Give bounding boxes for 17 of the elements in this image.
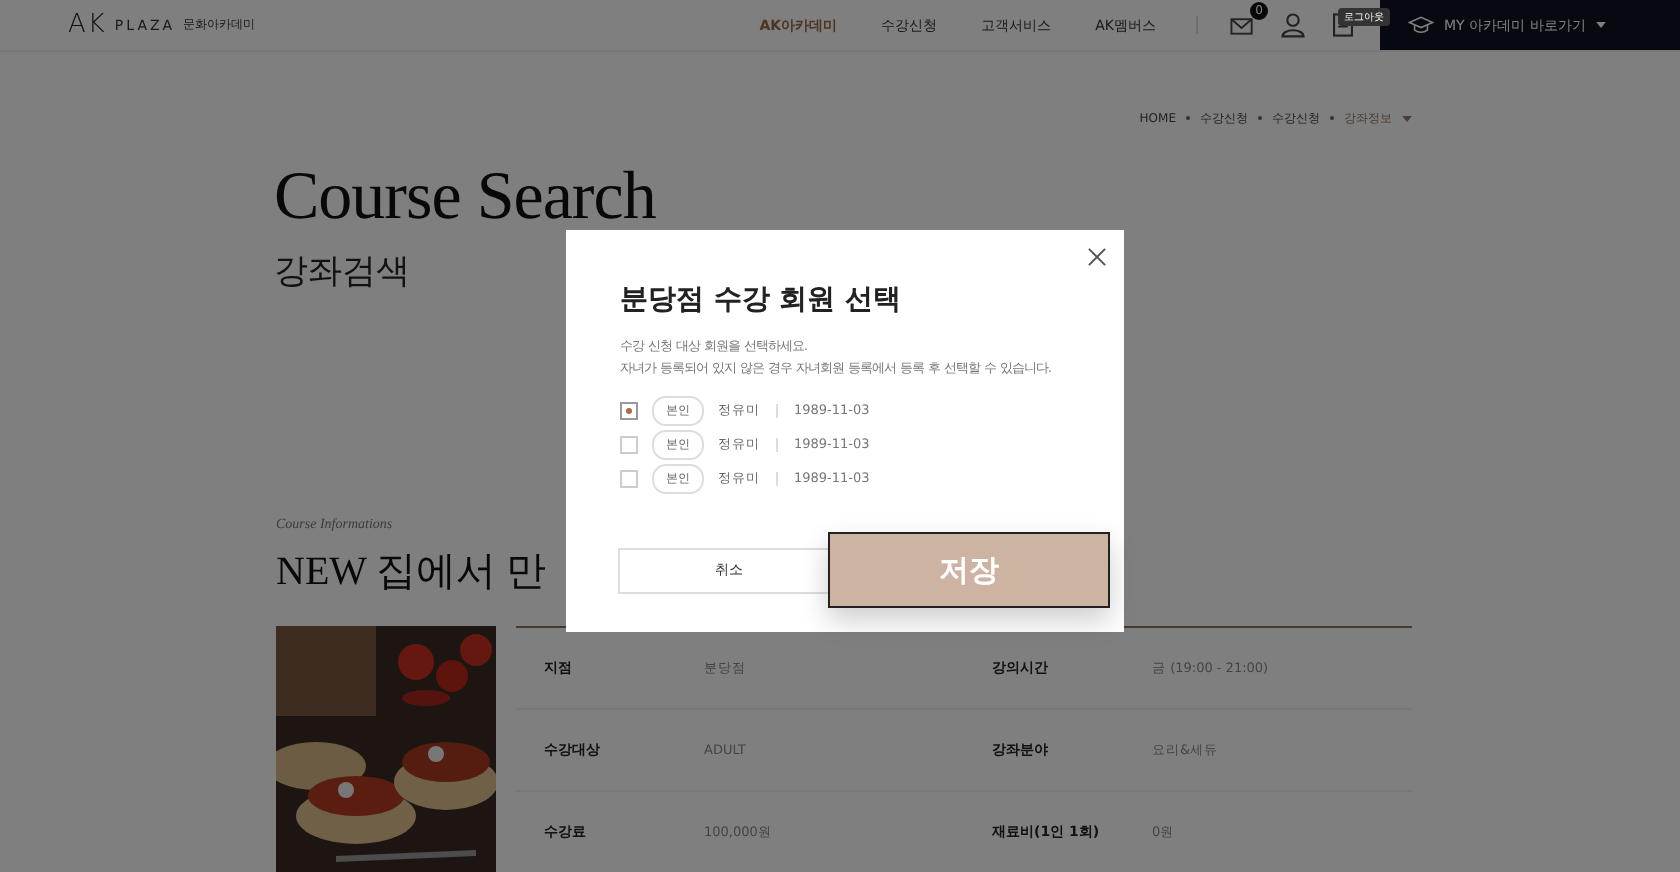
checkbox[interactable] <box>620 435 638 453</box>
checkbox[interactable] <box>620 469 638 487</box>
graduation-cap-icon <box>1408 16 1434 34</box>
user-icon[interactable] <box>1280 12 1306 38</box>
mail-icon[interactable] <box>1230 12 1256 38</box>
caret-icon <box>1595 22 1606 28</box>
page-subtitle: 강좌검색 <box>274 252 410 292</box>
close-icon[interactable] <box>1088 248 1106 266</box>
logo-mark[interactable]: AK <box>68 10 107 40</box>
breadcrumb-separator <box>1258 116 1262 120</box>
checkbox[interactable] <box>620 401 638 419</box>
breadcrumb-separator <box>1330 116 1334 120</box>
caret-icon[interactable] <box>1402 115 1412 121</box>
page-title: Course Search <box>274 164 656 232</box>
course-title: NEW 집에서 만 <box>276 548 547 598</box>
breadcrumb-separator <box>1186 116 1190 120</box>
dialog-title: 분당점 수강 회원 선택 <box>620 282 904 318</box>
